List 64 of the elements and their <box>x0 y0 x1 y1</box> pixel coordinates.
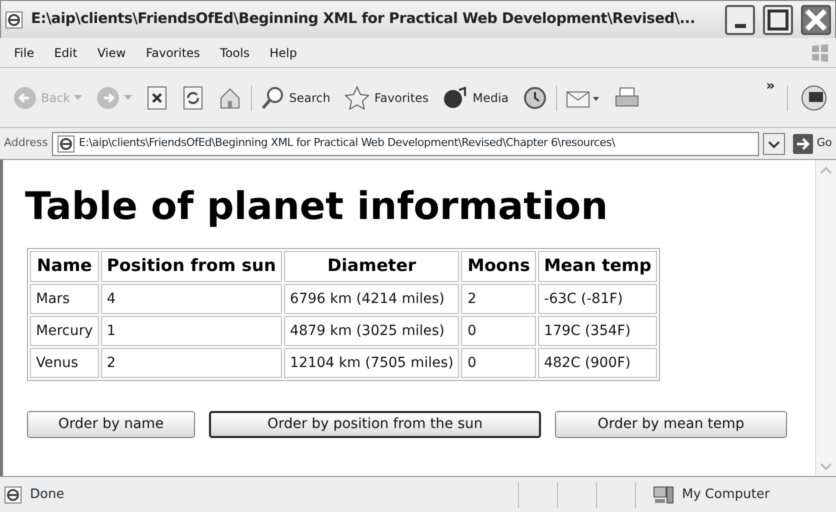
table-cell: 4 <box>100 284 282 314</box>
stop-icon <box>146 86 168 110</box>
refresh-icon <box>182 86 204 110</box>
page-icon <box>5 10 23 28</box>
forward-icon <box>96 86 120 110</box>
minimize-icon <box>734 24 746 28</box>
table-cell: 6796 km (4214 miles) <box>284 284 460 314</box>
more-button[interactable]: » <box>766 76 775 97</box>
close-icon <box>803 6 829 32</box>
column-header: Name <box>30 250 99 282</box>
order-button[interactable]: Order by name <box>27 411 195 438</box>
printer-icon <box>614 86 640 110</box>
zone-text: My Computer <box>682 486 771 504</box>
address-label: Address <box>4 135 48 152</box>
page-heading: Table of planet information <box>24 183 609 230</box>
table-cell: 1 <box>100 316 282 346</box>
computer-icon <box>652 484 674 504</box>
favorites-button[interactable]: Favorites <box>339 86 434 110</box>
table-cell: Mars <box>30 284 99 314</box>
search-button[interactable]: Search <box>256 86 336 110</box>
menu-item[interactable]: Edit <box>44 44 88 62</box>
address-field[interactable]: E:\aip\clients\FriendsOfEd\Beginning XML for Practical Web Development\Revised\Chapter 6\resources\ <box>52 132 759 156</box>
order-button[interactable]: Order by mean temp <box>555 411 787 438</box>
table-cell: -63C (-81F) <box>538 284 658 314</box>
caret-icon <box>74 94 82 100</box>
home-icon <box>218 86 242 110</box>
status-text: Done <box>30 486 64 504</box>
dropdown-icon[interactable] <box>762 132 785 154</box>
column-header: Diameter <box>284 250 460 282</box>
table-cell: 0 <box>461 348 536 378</box>
table-cell: 4879 km (3025 miles) <box>284 316 460 346</box>
table-cell: 179C (354F) <box>538 316 658 346</box>
close-button[interactable] <box>801 4 831 34</box>
table-cell: 2 <box>100 348 282 378</box>
menu-item[interactable]: Tools <box>210 44 260 62</box>
media-button[interactable]: Media <box>438 86 514 110</box>
minimize-button[interactable] <box>725 4 755 34</box>
media-icon <box>442 86 469 110</box>
table-cell: 12104 km (7505 miles) <box>284 348 460 378</box>
maximize-icon <box>765 6 791 32</box>
order-button[interactable]: Order by position from the sun <box>209 411 541 438</box>
go-button[interactable]: Go <box>792 134 832 154</box>
column-header: Moons <box>461 250 536 282</box>
page-icon <box>4 486 22 504</box>
page-icon <box>56 134 75 152</box>
menu-item[interactable]: File <box>4 44 44 62</box>
column-header: Position from sun <box>100 250 282 282</box>
window-title: E:\aip\clients\FriendsOfEd\Beginning XML for Practical Web Development\Revised\... <box>31 10 696 29</box>
table-cell: Mercury <box>30 316 99 346</box>
star-icon <box>344 86 370 110</box>
search-icon <box>261 86 286 110</box>
table-cell: 482C (900F) <box>538 348 658 378</box>
menu-item[interactable]: Help <box>260 44 307 62</box>
menu-item[interactable]: Favorites <box>136 44 210 62</box>
column-header: Mean temp <box>538 250 658 282</box>
table-cell: Venus <box>30 348 99 378</box>
table-cell: 2 <box>461 284 536 314</box>
menu-item[interactable]: View <box>87 44 136 62</box>
table-cell: 0 <box>461 316 536 346</box>
document-icon <box>800 84 828 112</box>
caret-icon <box>124 94 132 100</box>
maximize-button[interactable] <box>763 4 793 34</box>
back-icon <box>13 86 37 110</box>
clock-icon <box>522 86 547 110</box>
